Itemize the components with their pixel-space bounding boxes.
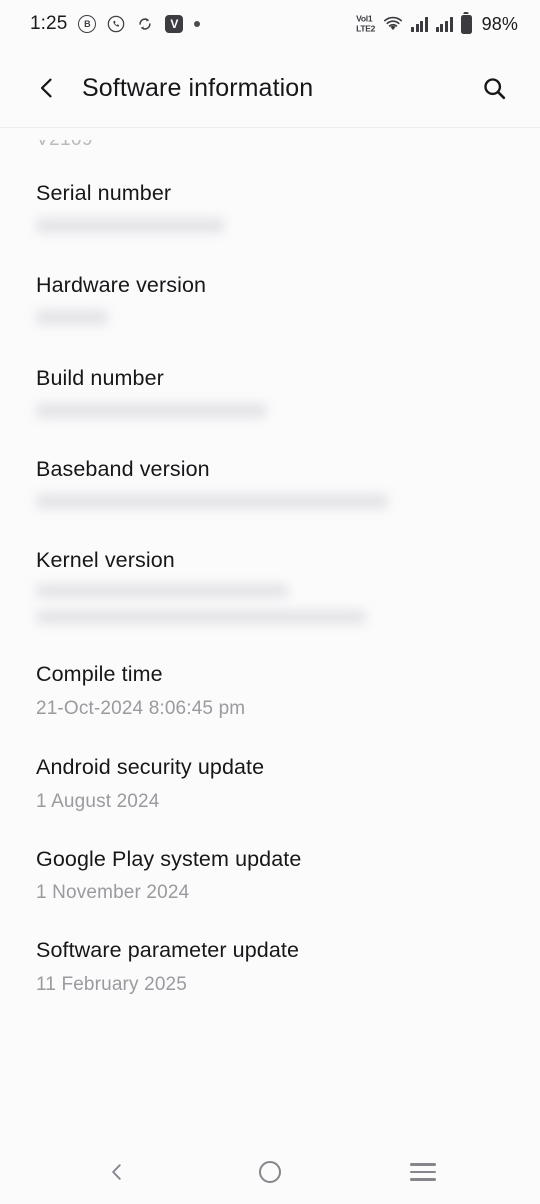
list-item[interactable]: Baseband version xyxy=(0,456,540,509)
list-item-clipped-model[interactable]: V2109 xyxy=(0,140,540,166)
nav-recents-button[interactable] xyxy=(386,1150,460,1194)
search-icon xyxy=(481,75,508,102)
navigation-bar xyxy=(0,1140,540,1204)
status-bar-clock: 1:25 xyxy=(30,13,68,34)
back-chevron-icon xyxy=(34,75,60,101)
app-bar: Software information xyxy=(0,48,540,128)
row-label: Hardware version xyxy=(36,272,207,297)
row-label: Compile time xyxy=(36,662,163,687)
recents-icon xyxy=(410,1163,437,1181)
row-label: Build number xyxy=(36,365,164,390)
row-value-redacted-line-1 xyxy=(36,584,288,599)
sync-icon xyxy=(136,15,154,33)
status-bar-right: Vol1 LTE2 98% xyxy=(356,14,518,35)
row-value-redacted xyxy=(36,493,388,509)
row-value: 1 August 2024 xyxy=(36,790,160,812)
nav-back-button[interactable] xyxy=(80,1150,154,1194)
volte-line-2: LTE2 xyxy=(356,23,376,33)
row-value: 11 February 2025 xyxy=(36,973,187,995)
row-value: 21-Oct-2024 8:06:45 pm xyxy=(36,698,246,720)
row-value-redacted-line-2 xyxy=(36,610,366,625)
row-label: Kernel version xyxy=(36,547,175,572)
signal-bars-sim1-icon xyxy=(411,16,428,32)
notification-dot-icon xyxy=(194,21,201,27)
row-value: 1 November 2024 xyxy=(36,882,190,904)
row-value-redacted xyxy=(36,309,108,325)
list-item[interactable]: Google Play system update 1 November 202… xyxy=(0,846,540,907)
signal-bars-sim2-icon xyxy=(435,16,453,32)
status-bar: 1:25 B V Vol1 LTE2 98% xyxy=(0,0,540,48)
battery-icon xyxy=(460,14,472,34)
list-item[interactable]: Android security update 1 August 2024 xyxy=(0,754,540,815)
row-label: Serial number xyxy=(36,181,172,205)
page-title: Software information xyxy=(82,73,314,102)
list-item[interactable]: Serial number xyxy=(0,180,540,233)
whatsapp-icon xyxy=(107,15,125,33)
list-item[interactable]: Build number xyxy=(0,365,540,418)
volte-line-1: Vol1 xyxy=(356,13,373,24)
volte-icon: Vol1 LTE2 xyxy=(356,13,376,33)
software-info-list: V2109 Serial number Hardware version Bui… xyxy=(0,128,540,1140)
row-value-redacted xyxy=(36,402,266,418)
phone-screen: 1:25 B V Vol1 LTE2 98% Software informat… xyxy=(0,0,540,1204)
list-item[interactable]: Software parameter update 11 February 20… xyxy=(0,937,540,998)
list-item[interactable]: Hardware version xyxy=(0,272,540,325)
model-value: V2109 xyxy=(36,140,93,150)
list-item[interactable]: Kernel version xyxy=(0,547,540,625)
row-label: Android security update xyxy=(36,754,265,779)
row-value-redacted xyxy=(36,217,224,233)
battery-percent-label: 98% xyxy=(481,13,518,34)
status-bar-left: 1:25 B V xyxy=(30,13,201,35)
bixby-icon: B xyxy=(78,15,97,33)
list-item[interactable]: Compile time 21-Oct-2024 8:06:45 pm xyxy=(0,661,540,722)
vivo-app-icon: V xyxy=(165,15,184,33)
back-button[interactable] xyxy=(30,71,64,105)
row-label: Software parameter update xyxy=(36,938,300,963)
wifi-icon xyxy=(383,16,403,32)
nav-home-button[interactable] xyxy=(233,1150,307,1194)
home-icon xyxy=(258,1161,281,1183)
search-button[interactable] xyxy=(474,68,514,108)
back-icon xyxy=(106,1161,128,1183)
row-label: Google Play system update xyxy=(36,846,302,871)
row-label: Baseband version xyxy=(36,456,210,481)
